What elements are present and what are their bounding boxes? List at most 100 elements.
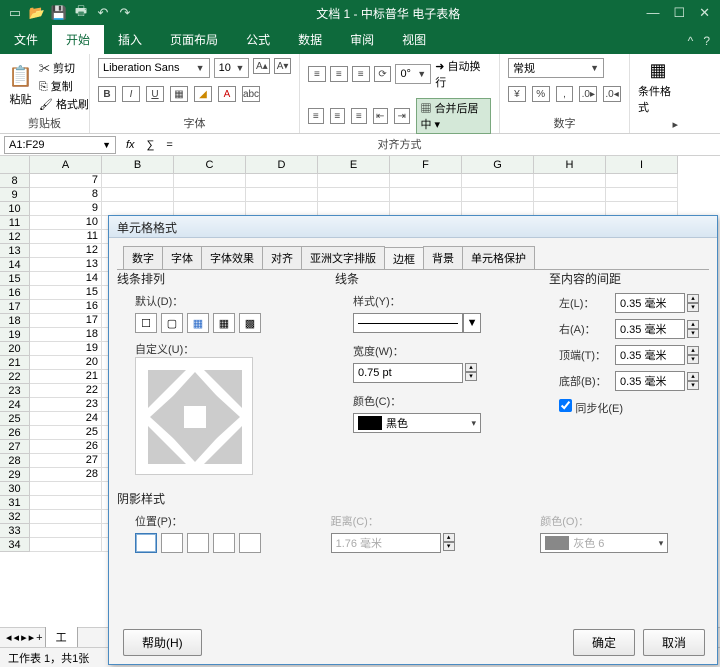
preset-grid[interactable]: ▦ — [213, 313, 235, 333]
cell[interactable]: 13 — [30, 258, 102, 272]
row-header[interactable]: 14 — [0, 258, 30, 272]
nav-prev[interactable]: ◂ — [14, 631, 20, 644]
percent-button[interactable]: % — [532, 86, 550, 102]
shadow-br[interactable] — [161, 533, 183, 553]
dtab-fonteffect[interactable]: 字体效果 — [201, 246, 263, 269]
dec-decimal-button[interactable]: .0◂ — [603, 86, 621, 102]
row-header[interactable]: 10 — [0, 202, 30, 216]
cell[interactable] — [102, 202, 174, 216]
shrink-font-button[interactable]: A▾ — [274, 58, 291, 74]
select-all-corner[interactable] — [0, 156, 30, 174]
strike-button[interactable]: abc — [242, 86, 260, 102]
row-header[interactable]: 16 — [0, 286, 30, 300]
cell[interactable] — [318, 202, 390, 216]
shadow-none[interactable] — [135, 533, 157, 553]
maximize-icon[interactable]: ☐ — [673, 5, 685, 21]
name-box[interactable]: A1:F29▼ — [4, 136, 116, 154]
row-header[interactable]: 29 — [0, 468, 30, 482]
tab-review[interactable]: 审阅 — [336, 25, 388, 54]
cell[interactable] — [246, 188, 318, 202]
align-right-button[interactable]: ≡ — [351, 108, 367, 124]
row-header[interactable]: 24 — [0, 398, 30, 412]
row-header[interactable]: 18 — [0, 314, 30, 328]
rotate-combo[interactable]: 0°▼ — [395, 64, 431, 84]
cell[interactable] — [462, 188, 534, 202]
tab-insert[interactable]: 插入 — [104, 25, 156, 54]
cell[interactable] — [462, 202, 534, 216]
currency-button[interactable]: ¥ — [508, 86, 526, 102]
col-header[interactable]: D — [246, 156, 318, 174]
preset-box[interactable]: ▢ — [161, 313, 183, 333]
align-bot-button[interactable]: ≡ — [352, 66, 370, 82]
line-style-dropdown[interactable]: ▼ — [463, 313, 481, 333]
close-icon[interactable]: ✕ — [699, 5, 710, 21]
col-header[interactable]: A — [30, 156, 102, 174]
cell[interactable] — [174, 202, 246, 216]
dtab-border[interactable]: 边框 — [384, 247, 424, 270]
cell[interactable]: 27 — [30, 454, 102, 468]
col-header[interactable]: G — [462, 156, 534, 174]
tab-formula[interactable]: 公式 — [232, 25, 284, 54]
cell[interactable]: 24 — [30, 412, 102, 426]
cancel-button[interactable]: 取消 — [643, 629, 705, 656]
cell[interactable]: 8 — [30, 188, 102, 202]
tab-view[interactable]: 视图 — [388, 25, 440, 54]
row-header[interactable]: 15 — [0, 272, 30, 286]
cell[interactable] — [30, 482, 102, 496]
row-header[interactable]: 8 — [0, 174, 30, 188]
col-header[interactable]: B — [102, 156, 174, 174]
sync-checkbox[interactable] — [559, 399, 572, 412]
eq-button[interactable]: = — [160, 139, 178, 151]
shadow-tr[interactable] — [213, 533, 235, 553]
cell[interactable] — [606, 174, 678, 188]
paste-button[interactable]: 📋 粘贴 — [8, 64, 33, 107]
sheet-tab-1[interactable]: 工 — [45, 627, 78, 648]
minimize-icon[interactable]: — — [646, 5, 659, 21]
cell[interactable] — [102, 188, 174, 202]
cell[interactable] — [318, 188, 390, 202]
dtab-asian[interactable]: 亚洲文字排版 — [301, 246, 385, 269]
fx-button[interactable]: fx — [120, 139, 141, 151]
line-width-input[interactable]: 0.75 pt — [353, 363, 463, 383]
cell[interactable] — [390, 202, 462, 216]
col-header[interactable]: H — [534, 156, 606, 174]
sigma-button[interactable]: ∑ — [141, 139, 161, 151]
cell[interactable]: 14 — [30, 272, 102, 286]
tab-file[interactable]: 文件 — [0, 25, 52, 54]
pad-right-input[interactable]: 0.35 毫米 — [615, 319, 685, 339]
undo-icon[interactable]: ↶ — [94, 4, 112, 22]
row-header[interactable]: 19 — [0, 328, 30, 342]
redo-icon[interactable]: ↷ — [116, 4, 134, 22]
cell[interactable] — [174, 188, 246, 202]
row-header[interactable]: 12 — [0, 230, 30, 244]
font-family-combo[interactable]: Liberation Sans▼ — [98, 58, 210, 78]
cell[interactable]: 21 — [30, 370, 102, 384]
cell[interactable]: 16 — [30, 300, 102, 314]
dtab-background[interactable]: 背景 — [423, 246, 463, 269]
row-header[interactable]: 22 — [0, 370, 30, 384]
cell[interactable]: 11 — [30, 230, 102, 244]
format-painter-button[interactable]: 🖌 格式刷 — [39, 96, 89, 112]
cell[interactable] — [174, 174, 246, 188]
row-header[interactable]: 32 — [0, 510, 30, 524]
cell[interactable] — [390, 188, 462, 202]
cell[interactable] — [246, 174, 318, 188]
row-header[interactable]: 33 — [0, 524, 30, 538]
collapse-ribbon-icon[interactable]: ^ — [688, 34, 694, 48]
col-header[interactable]: C — [174, 156, 246, 174]
align-left-button[interactable]: ≡ — [308, 108, 324, 124]
cell[interactable] — [30, 496, 102, 510]
copy-button[interactable]: ⎘ 复制 — [39, 78, 89, 94]
pad-left-input[interactable]: 0.35 毫米 — [615, 293, 685, 313]
wrap-button[interactable]: ➜ 自动换行 — [435, 58, 491, 90]
comma-button[interactable]: , — [556, 86, 574, 102]
cell[interactable]: 18 — [30, 328, 102, 342]
orientation-button[interactable]: ⟳ — [374, 66, 392, 82]
dtab-number[interactable]: 数字 — [123, 246, 163, 269]
row-header[interactable]: 31 — [0, 496, 30, 510]
cell[interactable]: 7 — [30, 174, 102, 188]
col-header[interactable]: F — [390, 156, 462, 174]
row-header[interactable]: 26 — [0, 426, 30, 440]
cell[interactable]: 17 — [30, 314, 102, 328]
row-header[interactable]: 34 — [0, 538, 30, 552]
